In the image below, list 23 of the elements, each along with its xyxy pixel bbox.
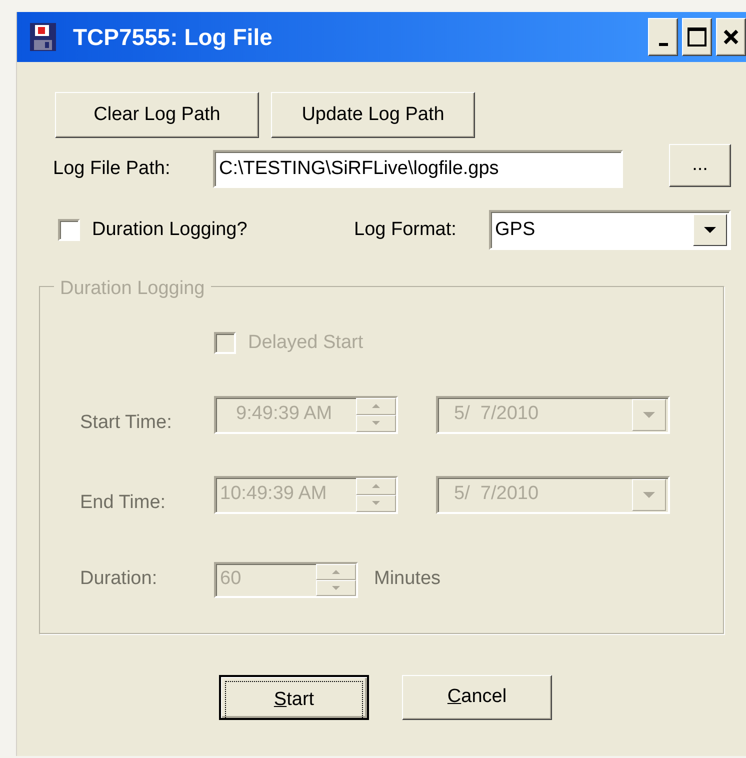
unit-label: Minutes	[374, 567, 441, 592]
field-label: Duration:	[80, 567, 158, 592]
close-button[interactable]	[716, 18, 746, 56]
minimize-icon	[658, 42, 668, 46]
field-label: Start Time:	[80, 411, 173, 435]
log-file-path-field[interactable]: C:\TESTING\SiRFLive\logfile.gps	[213, 150, 623, 188]
log-path-button[interactable]: Update Log Path	[271, 92, 475, 138]
log-format-dropdown[interactable]: GPS	[489, 210, 731, 250]
maximize-button[interactable]	[682, 18, 712, 56]
log-path-button[interactable]: Clear Log Path	[55, 92, 259, 138]
browse-button[interactable]: ...	[669, 144, 731, 186]
field-label: Log File Path:	[53, 156, 172, 181]
dialog-button[interactable]: Cancel	[402, 675, 552, 720]
field-label: Log Format:	[354, 218, 458, 242]
window-title: TCP7555: Log File	[73, 22, 274, 52]
checkbox[interactable]	[58, 219, 80, 241]
checkbox-label: Delayed Start	[248, 331, 364, 355]
checkbox-label: Duration Logging?	[92, 218, 248, 242]
minimize-button[interactable]	[648, 18, 678, 56]
close-icon	[723, 29, 739, 45]
maximize-icon	[687, 27, 707, 47]
field-label: End Time:	[80, 491, 167, 515]
dialog-button[interactable]: Start	[219, 675, 369, 720]
